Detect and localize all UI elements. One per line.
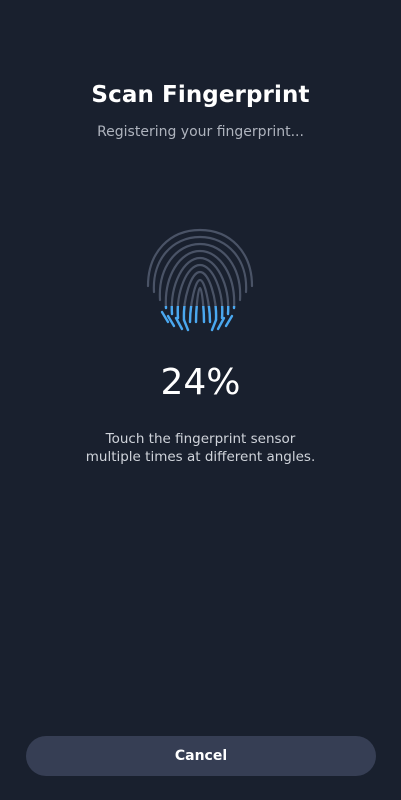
instruction-line-1: Touch the fingerprint sensor <box>105 431 296 447</box>
cancel-button[interactable]: Cancel <box>26 736 376 776</box>
instruction-line-2: multiple times at different angles. <box>85 449 316 465</box>
scan-instruction: Touch the fingerprint sensor multiple ti… <box>40 430 361 466</box>
scan-progress-percent: 24% <box>160 362 241 403</box>
fingerprint-registration-screen: Scan Fingerprint Registering your finger… <box>0 0 401 800</box>
page-subtitle: Registering your fingerprint... <box>97 124 304 140</box>
page-title: Scan Fingerprint <box>91 82 310 108</box>
fingerprint-icon <box>140 222 260 342</box>
